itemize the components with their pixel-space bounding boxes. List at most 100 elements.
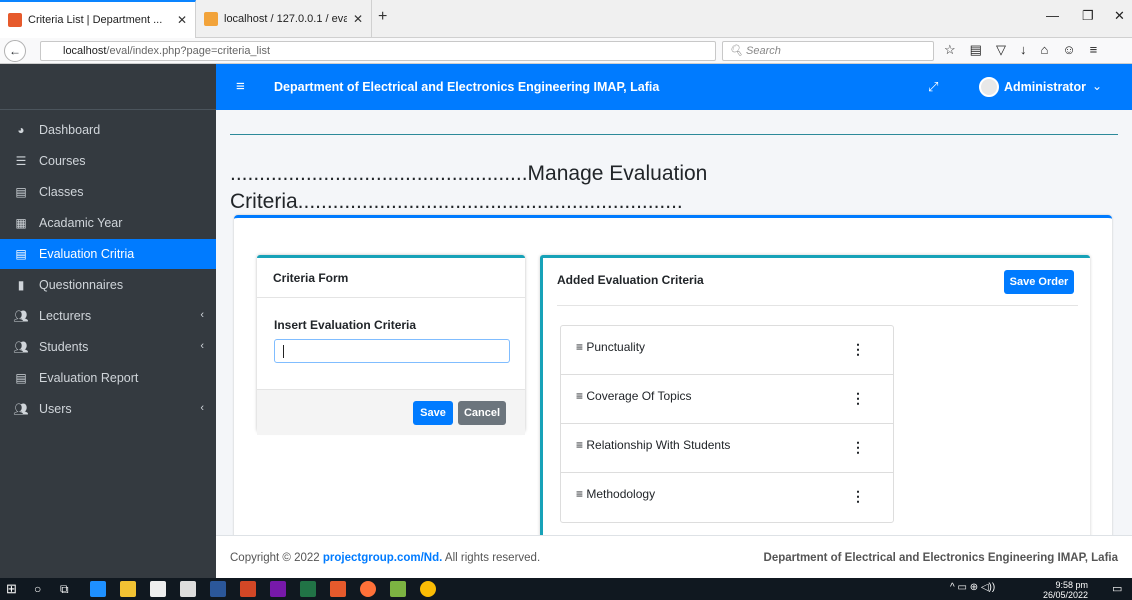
sidebar-item-students[interactable]: 👥︎ Students ‹ [0, 332, 216, 362]
sidebar-item-label: Evaluation Critria [39, 247, 135, 261]
criteria-form-card: Criteria Form Insert Evaluation Criteria… [257, 255, 525, 435]
pocket-icon[interactable]: ▽ [996, 42, 1006, 58]
excel-icon[interactable] [300, 581, 316, 597]
sidebar-item-lecturers[interactable]: 👥︎ Lecturers ‹ [0, 301, 216, 331]
chrome-icon[interactable] [420, 581, 436, 597]
menu-icon[interactable]: ≡ [1090, 42, 1098, 58]
user-menu-label[interactable]: Administrator [1004, 80, 1086, 94]
search-placeholder: Search [746, 45, 781, 57]
sidebar-item-label: Dashboard [39, 123, 101, 137]
chevron-down-icon[interactable]: ⌄ [1092, 79, 1102, 93]
form-footer: Save Cancel [257, 389, 525, 435]
more-options-icon[interactable]: ⋮ [851, 391, 865, 405]
dashboard-icon: ◕ [17, 123, 25, 137]
sidebar-item-courses[interactable]: ☰ Courses [0, 146, 216, 176]
restore-icon[interactable]: ❐ [1082, 8, 1094, 24]
clock-time: 9:58 pm [1055, 580, 1088, 590]
notification-icon[interactable]: ▭ [1112, 582, 1122, 595]
fullscreen-icon[interactable]: ⤢ [928, 79, 938, 95]
browser-search-input[interactable]: 🔍︎ Search [722, 41, 934, 61]
system-tray-icon[interactable]: ^ ▭ ⊕ ◁)) [950, 582, 995, 593]
list-icon: ▤ [15, 185, 27, 199]
project-link[interactable]: projectgroup.com/Nd. [323, 552, 442, 564]
file-icon: ▮ [17, 278, 25, 292]
browser-tab-phpmyadmin[interactable]: localhost / 127.0.0.1 / eval... ✕ [196, 0, 372, 38]
drag-handle-icon[interactable]: ≡ [576, 340, 583, 354]
taskbar: ⊞ ○ ⧉ ^ ▭ ⊕ ◁)) 9:58 pm 26/05/2022 ▭ [0, 578, 1132, 600]
window-close-icon[interactable]: ✕ [1114, 8, 1125, 24]
onenote-icon[interactable] [270, 581, 286, 597]
avatar[interactable] [979, 77, 999, 97]
drag-handle-icon[interactable]: ≡ [576, 389, 583, 403]
sidebar-item-dashboard[interactable]: ◕ Dashboard [0, 115, 216, 145]
drag-handle-icon[interactable]: ≡ [576, 487, 583, 501]
clock-date: 26/05/2022 [1042, 590, 1088, 600]
footer-department: Department of Electrical and Electronics… [763, 552, 1118, 564]
sidebar-item-academic-year[interactable]: ▦ Acadamic Year [0, 208, 216, 238]
browser-toolbar: ← localhost/eval/index.php?page=criteria… [0, 38, 1132, 64]
reading-list-icon[interactable]: ▤ [970, 42, 982, 58]
windows-start-icon[interactable]: ⊞ [6, 581, 22, 597]
new-tab-icon[interactable]: + [378, 8, 387, 26]
sidebar-item-label: Evaluation Report [39, 371, 139, 385]
store-icon[interactable] [150, 581, 166, 597]
download-icon[interactable]: ↓ [1020, 42, 1027, 58]
top-navbar: ≡ Department of Electrical and Electroni… [216, 64, 1132, 110]
list-item[interactable]: ≡ Methodology ⋮ [561, 473, 893, 522]
list-item[interactable]: ≡ Relationship With Students ⋮ [561, 424, 893, 473]
criteria-label: ≡ Punctuality [576, 340, 645, 354]
sync-icon[interactable]: ☺ [1062, 42, 1075, 58]
criteria-input[interactable] [274, 339, 510, 363]
sidebar-item-label: Students [39, 340, 89, 354]
powerpoint-icon[interactable] [240, 581, 256, 597]
criteria-label: ≡ Methodology [576, 487, 655, 501]
clock[interactable]: 9:58 pm 26/05/2022 [1042, 580, 1088, 600]
file-explorer-icon[interactable] [120, 581, 136, 597]
search-icon[interactable]: ○ [34, 581, 50, 597]
browser-tab-criteria-list[interactable]: Criteria List | Department ... ✕ [0, 0, 196, 38]
close-tab-icon[interactable]: ✕ [177, 13, 187, 27]
cancel-button[interactable]: Cancel [458, 401, 506, 425]
save-order-button[interactable]: Save Order [1004, 270, 1074, 294]
sidebar-item-evaluation-report[interactable]: ▤ Evaluation Report [0, 363, 216, 393]
sidebar-item-label: Courses [39, 154, 86, 168]
word-icon[interactable] [210, 581, 226, 597]
more-options-icon[interactable]: ⋮ [851, 440, 865, 454]
task-view-icon[interactable]: ⧉ [60, 581, 76, 597]
edge-icon[interactable] [90, 581, 106, 597]
editor-icon[interactable] [390, 581, 406, 597]
address-bar[interactable]: localhost/eval/index.php?page=criteria_l… [40, 41, 743, 61]
sidebar-divider [0, 109, 216, 110]
page-title: ........................................… [230, 160, 930, 216]
close-tab-icon[interactable]: ✕ [353, 12, 363, 26]
sidebar-item-classes[interactable]: ▤ Classes [0, 177, 216, 207]
sidebar-item-evaluation-criteria[interactable]: ▤ Evaluation Critria [0, 239, 216, 269]
list-icon: ▤ [15, 247, 27, 261]
mail-icon[interactable] [180, 581, 196, 597]
drag-handle-icon[interactable]: ≡ [576, 438, 583, 452]
back-icon[interactable]: ← [4, 40, 26, 62]
text-cursor [283, 345, 284, 358]
sidebar-item-users[interactable]: 👥︎ Users ‹ [0, 394, 216, 424]
bookmark-star-icon[interactable]: ☆ [944, 42, 956, 58]
criteria-list-card: Added Evaluation Criteria Save Order ≡ P… [540, 255, 1090, 545]
sidebar-item-label: Classes [39, 185, 84, 199]
firefox-icon[interactable] [360, 581, 376, 597]
criteria-text: Relationship With Students [586, 438, 731, 452]
more-options-icon[interactable]: ⋮ [851, 489, 865, 503]
xampp-icon[interactable] [330, 581, 346, 597]
hamburger-menu-icon[interactable]: ≡ [236, 78, 245, 95]
main-content: ........................................… [216, 110, 1132, 545]
calendar-icon: ▦ [15, 216, 27, 230]
copyright-suffix: All rights reserved. [442, 552, 541, 564]
minimize-icon[interactable]: — [1046, 8, 1059, 23]
save-button[interactable]: Save [413, 401, 453, 425]
page-footer: Copyright © 2022 projectgroup.com/Nd. Al… [216, 535, 1132, 578]
list-icon: ☰ [15, 154, 27, 168]
list-item[interactable]: ≡ Coverage Of Topics ⋮ [561, 375, 893, 424]
home-icon[interactable]: ⌂ [1040, 42, 1048, 58]
sidebar-item-questionnaires[interactable]: ▮ Questionnaires [0, 270, 216, 300]
more-options-icon[interactable]: ⋮ [851, 342, 865, 356]
list-item[interactable]: ≡ Punctuality ⋮ [561, 326, 893, 375]
sidebar-item-label: Lecturers [39, 309, 92, 323]
